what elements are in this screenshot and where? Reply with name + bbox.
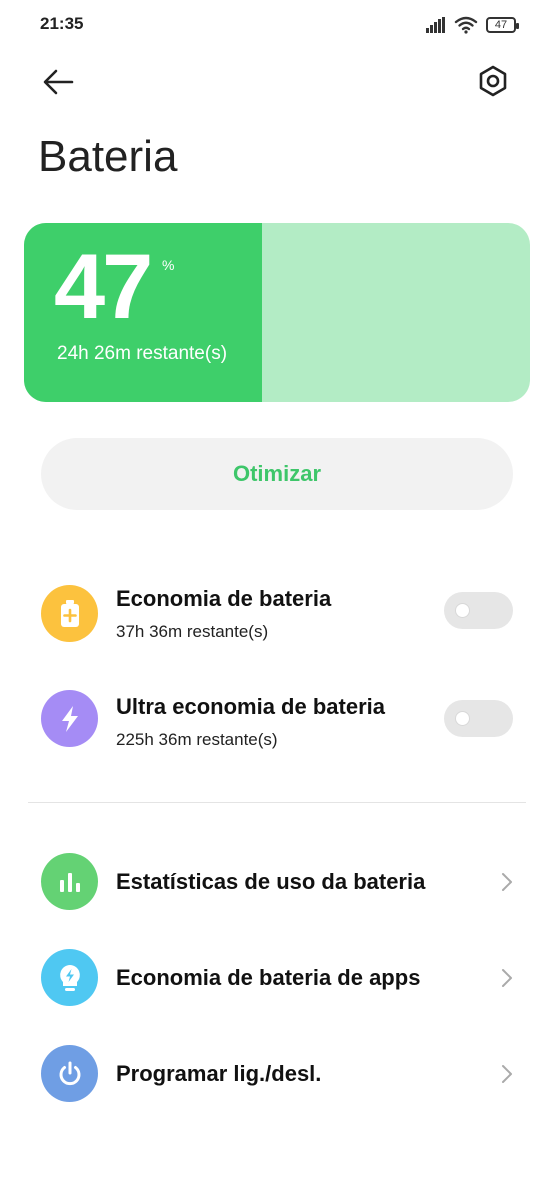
battery-percent: 47 bbox=[54, 236, 153, 338]
optimize-button[interactable]: Otimizar bbox=[41, 438, 513, 510]
status-time: 21:35 bbox=[40, 14, 84, 33]
lightning-icon bbox=[61, 705, 78, 732]
bar-chart-icon bbox=[59, 872, 80, 892]
back-button[interactable] bbox=[40, 66, 78, 98]
section-divider bbox=[28, 802, 526, 803]
status-icons: 47 bbox=[426, 14, 519, 36]
schedule-power-row[interactable]: Programar lig./desl. bbox=[0, 1044, 554, 1104]
settings-button[interactable] bbox=[476, 64, 510, 98]
toggle-knob bbox=[455, 603, 470, 618]
schedule-power-icon-circle bbox=[41, 1045, 98, 1102]
top-bar bbox=[0, 56, 554, 108]
ultra-saver-icon-circle bbox=[41, 690, 98, 747]
battery-saver-subtitle: 37h 36m restante(s) bbox=[116, 622, 269, 641]
chevron-right-icon bbox=[502, 873, 512, 891]
chevron-right-icon bbox=[502, 969, 512, 987]
chevron-right-icon bbox=[502, 1065, 512, 1083]
app-saver-title: Economia de bateria de apps bbox=[116, 965, 421, 990]
battery-icon: 47 bbox=[486, 17, 519, 33]
power-icon bbox=[59, 1061, 80, 1085]
usage-stats-icon-circle bbox=[41, 853, 98, 910]
hexagon-gear-icon bbox=[479, 65, 507, 97]
status-battery-level: 47 bbox=[494, 19, 508, 31]
ultra-saver-toggle[interactable] bbox=[444, 700, 513, 737]
battery-saver-toggle[interactable] bbox=[444, 592, 513, 629]
schedule-power-title: Programar lig./desl. bbox=[116, 1061, 322, 1086]
battery-saver-row[interactable]: Economia de bateria 37h 36m restante(s) bbox=[0, 580, 554, 650]
battery-plus-icon bbox=[60, 599, 79, 627]
signal-icon bbox=[426, 17, 445, 33]
lightbulb-bolt-icon bbox=[59, 964, 80, 991]
page-title: Bateria bbox=[38, 132, 178, 181]
battery-saver-title: Economia de bateria bbox=[116, 586, 332, 611]
app-battery-saver-row[interactable]: Economia de bateria de apps bbox=[0, 948, 554, 1008]
usage-stats-title: Estatísticas de uso da bateria bbox=[116, 869, 426, 894]
app-saver-icon-circle bbox=[41, 949, 98, 1006]
wifi-icon bbox=[454, 16, 478, 34]
ultra-battery-saver-row[interactable]: Ultra economia de bateria 225h 36m resta… bbox=[0, 688, 554, 758]
battery-remaining-time: 24h 26m restante(s) bbox=[57, 343, 228, 364]
ultra-saver-title: Ultra economia de bateria bbox=[116, 694, 385, 719]
battery-saver-icon-circle bbox=[41, 585, 98, 642]
arrow-left-icon bbox=[43, 69, 74, 95]
status-bar: 21:35 47 bbox=[0, 0, 554, 50]
battery-usage-stats-row[interactable]: Estatísticas de uso da bateria bbox=[0, 852, 554, 912]
battery-level-card: 47 % 24h 26m restante(s) bbox=[24, 223, 530, 402]
toggle-knob bbox=[455, 711, 470, 726]
ultra-saver-subtitle: 225h 36m restante(s) bbox=[116, 730, 278, 749]
percent-sign: % bbox=[162, 257, 175, 273]
